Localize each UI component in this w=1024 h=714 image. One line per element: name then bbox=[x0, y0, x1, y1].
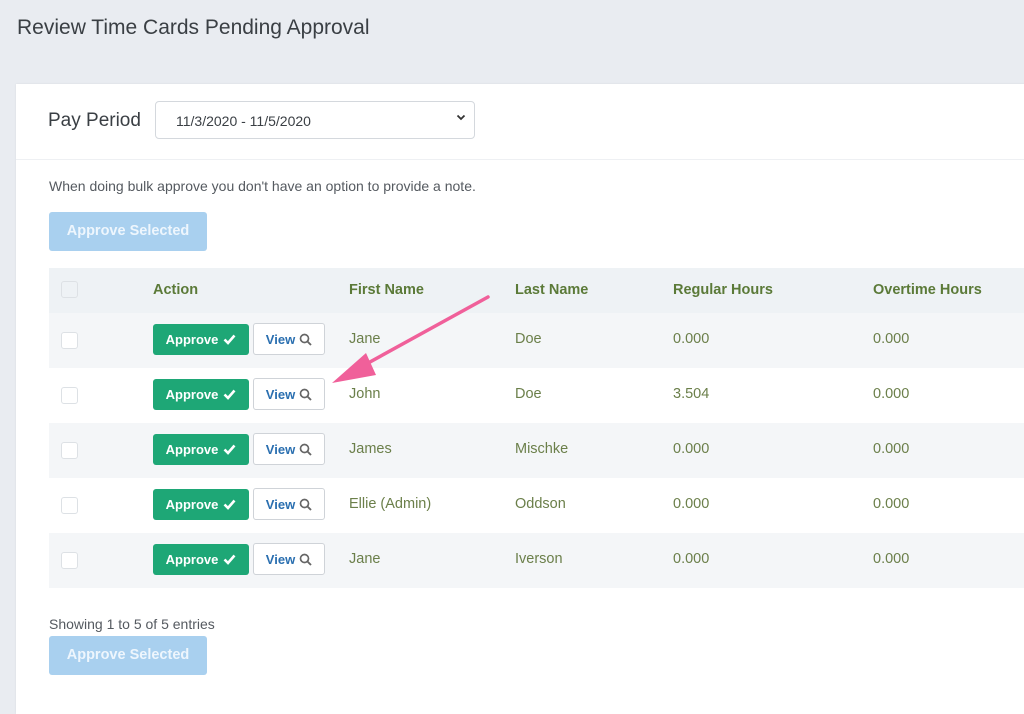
column-header-regular-hours[interactable]: Regular Hours bbox=[673, 282, 773, 298]
first-name-cell: Ellie (Admin) bbox=[349, 496, 432, 512]
column-header-action: Action bbox=[153, 282, 199, 298]
approve-button[interactable]: Approve bbox=[153, 324, 249, 355]
approve-button-label: Approve bbox=[165, 497, 219, 512]
approve-button[interactable]: Approve bbox=[153, 489, 249, 520]
column-header-overtime-hours[interactable]: Overtime Hours bbox=[873, 282, 982, 298]
first-name-cell: Jane bbox=[349, 331, 381, 347]
regular-hours-cell: 0.000 bbox=[673, 551, 710, 567]
row-checkbox[interactable] bbox=[61, 442, 78, 459]
magnifier-icon bbox=[299, 498, 312, 511]
approve-button[interactable]: Approve bbox=[153, 544, 249, 575]
approve-button-label: Approve bbox=[165, 332, 219, 347]
approve-selected-button-top[interactable]: Approve Selected bbox=[49, 212, 207, 251]
row-checkbox[interactable] bbox=[61, 552, 78, 569]
table-row: Approve View Jane Iverson 0.000 0.000 bbox=[49, 533, 1024, 588]
view-button-label: View bbox=[265, 386, 296, 402]
bulk-approve-note: When doing bulk approve you don't have a… bbox=[49, 178, 476, 194]
column-header-last-name[interactable]: Last Name bbox=[515, 282, 588, 298]
view-button-label: View bbox=[265, 551, 296, 567]
approve-button-label: Approve bbox=[165, 552, 219, 567]
view-button-label: View bbox=[265, 441, 296, 457]
approve-selected-button-bottom[interactable]: Approve Selected bbox=[49, 636, 207, 675]
checkmark-icon bbox=[223, 554, 236, 565]
pay-period-row: Pay Period 11/3/2020 - 11/5/2020 bbox=[16, 84, 1024, 160]
checkmark-icon bbox=[223, 499, 236, 510]
table-row: Approve View John Doe 3.504 0.000 bbox=[49, 368, 1024, 423]
pay-period-value: 11/3/2020 - 11/5/2020 bbox=[176, 113, 311, 129]
checkmark-icon bbox=[223, 389, 236, 400]
regular-hours-cell: 3.504 bbox=[673, 386, 710, 402]
checkmark-icon bbox=[223, 334, 236, 345]
magnifier-icon bbox=[299, 553, 312, 566]
overtime-hours-cell: 0.000 bbox=[873, 496, 910, 512]
row-checkbox[interactable] bbox=[61, 332, 78, 349]
overtime-hours-cell: 0.000 bbox=[873, 551, 910, 567]
time-cards-panel: Pay Period 11/3/2020 - 11/5/2020 When do… bbox=[16, 84, 1024, 714]
checkmark-icon bbox=[223, 444, 236, 455]
select-all-checkbox[interactable] bbox=[61, 281, 78, 298]
table-row: Approve View Ellie (Admin) Oddson 0.000 … bbox=[49, 478, 1024, 533]
pay-period-label: Pay Period bbox=[48, 110, 141, 131]
column-header-first-name[interactable]: First Name bbox=[349, 282, 424, 298]
view-button[interactable]: View bbox=[253, 433, 325, 465]
last-name-cell: Oddson bbox=[515, 496, 566, 512]
first-name-cell: Jane bbox=[349, 551, 381, 567]
approve-button-label: Approve bbox=[165, 387, 219, 402]
regular-hours-cell: 0.000 bbox=[673, 441, 710, 457]
last-name-cell: Doe bbox=[515, 331, 542, 347]
approve-button-label: Approve bbox=[165, 442, 219, 457]
first-name-cell: James bbox=[349, 441, 392, 457]
entries-count: Showing 1 to 5 of 5 entries bbox=[49, 616, 215, 632]
last-name-cell: Doe bbox=[515, 386, 542, 402]
table-row: Approve View James Mischke 0.000 0.000 bbox=[49, 423, 1024, 478]
regular-hours-cell: 0.000 bbox=[673, 331, 710, 347]
view-button-label: View bbox=[265, 496, 296, 512]
row-checkbox[interactable] bbox=[61, 387, 78, 404]
row-checkbox[interactable] bbox=[61, 497, 78, 514]
overtime-hours-cell: 0.000 bbox=[873, 386, 910, 402]
last-name-cell: Iverson bbox=[515, 551, 563, 567]
magnifier-icon bbox=[299, 388, 312, 401]
first-name-cell: John bbox=[349, 386, 381, 402]
chevron-down-icon bbox=[456, 112, 466, 122]
time-cards-table: Action First Name Last Name Regular Hour… bbox=[49, 268, 1024, 588]
view-button[interactable]: View bbox=[253, 543, 325, 575]
view-button[interactable]: View bbox=[253, 378, 325, 410]
approve-button[interactable]: Approve bbox=[153, 434, 249, 465]
view-button[interactable]: View bbox=[253, 323, 325, 355]
pay-period-select[interactable]: 11/3/2020 - 11/5/2020 bbox=[155, 101, 475, 139]
page-title: Review Time Cards Pending Approval bbox=[17, 16, 370, 39]
view-button-label: View bbox=[265, 331, 296, 347]
approve-button[interactable]: Approve bbox=[153, 379, 249, 410]
regular-hours-cell: 0.000 bbox=[673, 496, 710, 512]
overtime-hours-cell: 0.000 bbox=[873, 441, 910, 457]
magnifier-icon bbox=[299, 443, 312, 456]
table-row: Approve View Jane Doe 0.000 0.000 bbox=[49, 313, 1024, 368]
last-name-cell: Mischke bbox=[515, 441, 569, 457]
overtime-hours-cell: 0.000 bbox=[873, 331, 910, 347]
magnifier-icon bbox=[299, 333, 312, 346]
view-button[interactable]: View bbox=[253, 488, 325, 520]
table-header: Action First Name Last Name Regular Hour… bbox=[49, 268, 1024, 313]
